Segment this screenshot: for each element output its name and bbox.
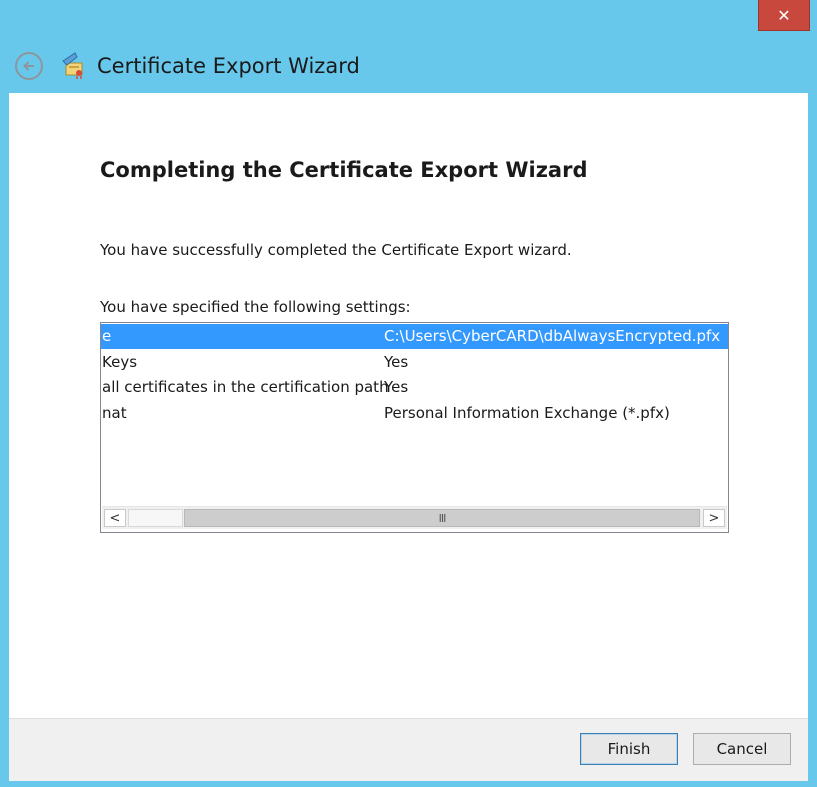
- setting-name: Keys: [102, 353, 138, 371]
- setting-value: Yes: [384, 378, 409, 396]
- settings-list[interactable]: e C:\Users\CyberCARD\dbAlwaysEncrypted.p…: [100, 322, 729, 533]
- chevron-right-icon: >: [708, 510, 720, 526]
- wizard-page: Completing the Certificate Export Wizard…: [9, 93, 808, 718]
- close-icon: ✕: [777, 5, 791, 25]
- setting-name: nat: [102, 404, 127, 422]
- wizard-window: ✕ Certificate Export Wizard Completing t…: [0, 0, 817, 787]
- cancel-button[interactable]: Cancel: [693, 733, 791, 765]
- scroll-track[interactable]: [128, 509, 183, 527]
- page-heading: Completing the Certificate Export Wizard: [100, 158, 588, 182]
- horizontal-scrollbar[interactable]: < III >: [102, 506, 727, 529]
- back-button[interactable]: [15, 52, 43, 80]
- settings-label: You have specified the following setting…: [100, 298, 411, 316]
- title-bar: Certificate Export Wizard: [0, 44, 817, 90]
- setting-name: all certificates in the certification pa…: [102, 378, 389, 396]
- finish-button[interactable]: Finish: [580, 733, 678, 765]
- certificate-wizard-icon: [62, 52, 83, 79]
- back-arrow-icon: [23, 61, 34, 71]
- button-bar: Finish Cancel: [9, 718, 808, 781]
- settings-row[interactable]: all certificates in the certification pa…: [101, 375, 728, 400]
- chevron-left-icon: <: [109, 510, 121, 526]
- setting-value: Personal Information Exchange (*.pfx): [384, 404, 670, 422]
- settings-row[interactable]: e C:\Users\CyberCARD\dbAlwaysEncrypted.p…: [101, 324, 728, 349]
- scroll-left-button[interactable]: <: [104, 509, 126, 527]
- window-title: Certificate Export Wizard: [97, 54, 360, 78]
- setting-value: C:\Users\CyberCARD\dbAlwaysEncrypted.pfx: [384, 327, 721, 345]
- settings-row[interactable]: Keys Yes: [101, 350, 728, 375]
- settings-row[interactable]: nat Personal Information Exchange (*.pfx…: [101, 401, 728, 426]
- success-message: You have successfully completed the Cert…: [100, 241, 572, 259]
- scroll-thumb[interactable]: III: [184, 509, 700, 527]
- scroll-right-button[interactable]: >: [703, 509, 725, 527]
- setting-value: Yes: [384, 353, 409, 371]
- setting-name: e: [102, 327, 112, 345]
- grip-icon: III: [438, 511, 447, 525]
- close-button[interactable]: ✕: [758, 0, 810, 31]
